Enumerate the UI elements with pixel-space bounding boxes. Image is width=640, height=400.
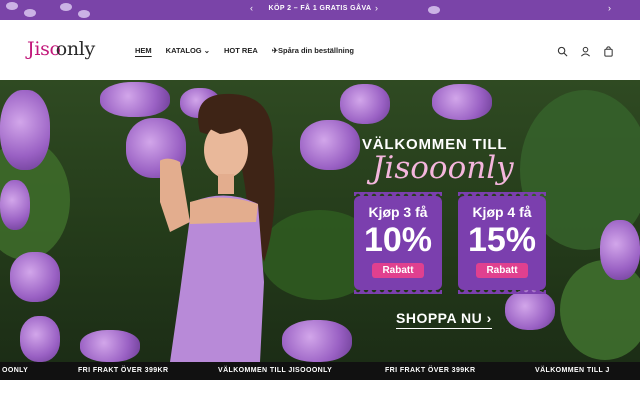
lilac-flower xyxy=(505,290,555,330)
marquee-item: FRI FRAKT ÖVER 399KR xyxy=(78,367,169,374)
site-logo[interactable]: Jisoonly xyxy=(27,38,95,60)
page-bottom xyxy=(0,380,640,400)
coupon-label: Kjøp 3 få xyxy=(368,204,428,220)
lilac-flower xyxy=(300,120,360,170)
main-nav: HEM KATALOG ⌄ HOT REA ✈Spåra din beställ… xyxy=(135,46,354,55)
coupon-badge: Rabatt xyxy=(476,263,528,278)
site-header: Jisoonly HEM KATALOG ⌄ HOT REA ✈Spåra di… xyxy=(0,20,640,80)
lilac-flower xyxy=(20,316,60,362)
header-icons xyxy=(557,44,614,57)
lilac-flower xyxy=(600,220,640,280)
coupon-label: Kjøp 4 få xyxy=(472,204,532,220)
lilac-flower xyxy=(0,90,50,170)
coupon-percent: 10% xyxy=(363,221,433,259)
marquee-item: OONLY xyxy=(2,367,29,374)
lilac-flower xyxy=(0,180,30,230)
nav-item-track-order[interactable]: ✈Spåra din beställning xyxy=(272,46,354,55)
model-photo xyxy=(160,93,275,362)
nav-item-hot-rea[interactable]: HOT REA xyxy=(224,46,258,55)
lilac-flower xyxy=(432,84,492,120)
announcement-bar: ‹ KÖP 2 – FÅ 1 GRATIS GÅVA › › xyxy=(0,0,640,20)
search-icon[interactable] xyxy=(557,44,568,57)
coupon-15-percent[interactable]: Kjøp 4 få 15% Rabatt xyxy=(458,196,546,294)
marquee-item: FRI FRAKT ÖVER 399KR xyxy=(385,367,476,374)
lilac-flower xyxy=(340,84,390,124)
marquee-item: VÄLKOMMEN TILL JISOOONLY xyxy=(218,367,333,374)
welcome-brand: Jisooonly xyxy=(372,150,514,186)
hero-banner[interactable]: VÄLKOMMEN TILL Jisooonly Kjøp 3 få 10% R… xyxy=(0,80,640,362)
announcement-text: KÖP 2 – FÅ 1 GRATIS GÅVA xyxy=(268,5,372,12)
lilac-flower xyxy=(10,252,60,302)
cart-icon[interactable] xyxy=(603,44,614,57)
account-icon[interactable] xyxy=(580,44,591,57)
nav-item-katalog[interactable]: KATALOG ⌄ xyxy=(166,46,210,55)
nav-item-hem[interactable]: HEM xyxy=(135,46,152,55)
chevron-right-icon[interactable]: › xyxy=(608,3,611,13)
marquee-item: VÄLKOMMEN TILL J xyxy=(535,367,610,374)
logo-part-2: only xyxy=(55,38,96,60)
coupon-badge: Rabatt xyxy=(372,263,424,278)
chevron-right-icon[interactable]: › xyxy=(375,3,378,13)
coupon-percent: 15% xyxy=(467,221,537,259)
shop-now-button[interactable]: SHOPPA NU › xyxy=(396,310,492,329)
marquee-bar: OONLY FRI FRAKT ÖVER 399KR VÄLKOMMEN TIL… xyxy=(0,362,640,380)
lilac-flower xyxy=(80,330,140,362)
coupon-10-percent[interactable]: Kjøp 3 få 10% Rabatt xyxy=(354,196,442,294)
